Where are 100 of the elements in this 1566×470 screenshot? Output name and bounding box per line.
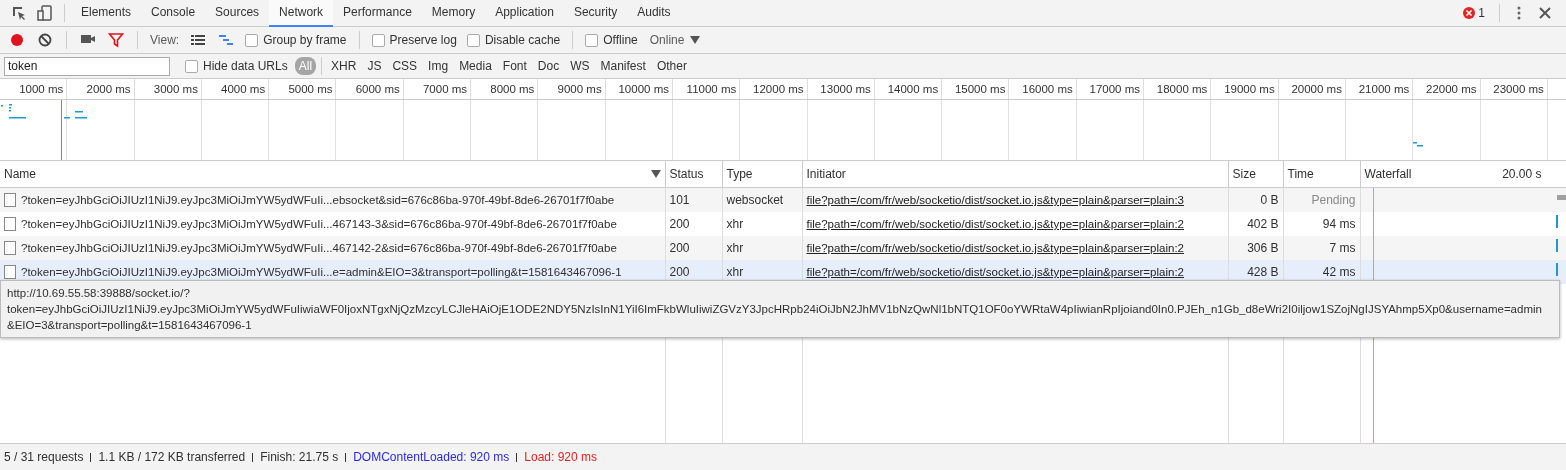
time-value: 94 ms — [1322, 217, 1356, 231]
size-value: 306 B — [1247, 241, 1279, 255]
cursor-icon — [11, 5, 27, 21]
tooltip-line: http://10.69.55.58:39888/socket.io/? — [7, 286, 191, 301]
list-icon — [190, 32, 207, 48]
initiator-link[interactable]: file?path=/com/fr/web/socketio/dist/socket.io.js&type=plain&parser=plain:2 — [806, 218, 1184, 230]
panel-tab[interactable]: Audits — [627, 0, 681, 27]
request-name: ?token=eyJhbGciOiJIUzI1NiJ9.eyJpc3MiOiJmYW5ydWFuIi...467143-3&sid=676c86ba-970f-49bf-8de6-26701f7f0abe — [21, 218, 617, 230]
column-header[interactable]: Size — [1232, 167, 1256, 181]
column-header[interactable]: Time — [1287, 167, 1314, 181]
panel-tab[interactable]: Performance — [333, 0, 422, 27]
time-tick-label: 17000 ms — [1089, 83, 1141, 95]
file-icon — [4, 265, 16, 279]
error-count[interactable]: 1 — [1478, 6, 1485, 20]
time-tick-label: 19000 ms — [1224, 83, 1275, 95]
type-filter-button[interactable]: JS — [363, 57, 386, 75]
column-header[interactable]: Initiator — [806, 167, 846, 181]
filter-input[interactable]: token — [4, 56, 170, 76]
checkbox[interactable]: Offline — [585, 33, 638, 47]
type-filter-button[interactable]: Manifest — [596, 57, 650, 75]
time-tick-label: 8000 ms — [490, 83, 535, 95]
waterfall-bar — [1555, 239, 1558, 252]
time-tick-label: 13000 ms — [820, 83, 871, 95]
initiator-link[interactable]: file?path=/com/fr/web/socketio/dist/socket.io.js&type=plain&parser=plain:2 — [806, 242, 1184, 254]
filter-icon — [108, 32, 124, 48]
tooltip-line: &EIO=3&transport=polling&t=1581643467096-1 — [7, 318, 253, 333]
type-filter-button[interactable]: Doc — [533, 57, 564, 75]
checkbox[interactable]: Disable cache — [466, 33, 561, 47]
type-filter-button[interactable]: Media — [455, 57, 496, 75]
size-value: 0 B — [1260, 193, 1279, 207]
time-tick-label: 3000 ms — [153, 83, 198, 95]
status-text: Finish: 21.75 s — [260, 450, 339, 464]
size-value: 428 B — [1247, 265, 1279, 279]
request-row[interactable]: ?token=eyJhbGciOiJIUzI1NiJ9.eyJpc3MiOiJmYW5ydWFuIi...467143-3&sid=676c86ba-970f-49bf-8de6-26701f7f0abe 200 xhr file?path=/com/fr/web/socketio/dist/socket.io.js&type=plain&parser=plain:2 402 B 94 ms — [0, 212, 1566, 236]
request-name: ?token=eyJhbGciOiJIUzI1NiJ9.eyJpc3MiOiJmYW5ydWFuIi...467142-2&sid=676c86ba-970f-49bf-8de6-26701f7f0abe — [21, 242, 617, 254]
time-tick-label: 16000 ms — [1022, 83, 1073, 95]
error-icon — [1463, 7, 1476, 19]
status-text: DOMContentLoaded: 920 ms — [353, 450, 510, 464]
panel-tab[interactable]: Console — [141, 0, 206, 27]
status-code: 101 — [669, 193, 690, 207]
column-header[interactable]: Waterfall — [1364, 167, 1412, 181]
status-text: 1.1 KB / 172 KB transferred — [98, 450, 246, 464]
type-filter-button[interactable]: Font — [498, 57, 531, 75]
file-icon — [4, 217, 16, 231]
status-code: 200 — [669, 265, 690, 279]
request-row[interactable]: ?token=eyJhbGciOiJIUzI1NiJ9.eyJpc3MiOiJmYW5ydWFuIi...467142-2&sid=676c86ba-970f-49bf-8de6-26701f7f0abe 200 xhr file?path=/com/fr/web/socketio/dist/socket.io.js&type=plain&parser=plain:2 306 B 7 ms — [0, 236, 1566, 260]
column-header[interactable]: Name — [4, 167, 36, 181]
request-type: websocket — [726, 193, 784, 207]
panel-tab[interactable]: Security — [563, 0, 628, 27]
type-filter-button[interactable]: XHR — [327, 57, 361, 75]
time-tick-label: 18000 ms — [1156, 83, 1208, 95]
status-text: 5 / 31 requests — [4, 450, 84, 464]
time-tick-label: 5000 ms — [288, 83, 333, 95]
kebab-menu-icon — [1517, 6, 1521, 20]
close-icon — [1538, 6, 1552, 20]
panel-tab[interactable]: Application — [485, 0, 564, 27]
time-tick-label: 12000 ms — [753, 83, 804, 95]
time-tick-label: 6000 ms — [355, 83, 400, 95]
type-filter-button[interactable]: Img — [424, 57, 453, 75]
view-label: View: — [150, 33, 180, 47]
panel-tab[interactable]: Elements — [71, 0, 142, 27]
request-type: xhr — [726, 217, 744, 231]
time-tick-label: 15000 ms — [954, 83, 1006, 95]
throttling-select[interactable]: Online — [649, 33, 685, 47]
time-tick-label: 22000 ms — [1426, 83, 1477, 95]
time-tick-label: 11000 ms — [686, 83, 737, 95]
time-value: 42 ms — [1322, 265, 1356, 279]
time-tick-label: 7000 ms — [422, 83, 468, 95]
request-name: ?token=eyJhbGciOiJIUzI1NiJ9.eyJpc3MiOiJmYW5ydWFuIi...e=admin&EIO=3&transport=polling&t=1581643467096-1 — [21, 266, 622, 278]
clear-icon — [38, 33, 52, 47]
request-type: xhr — [726, 241, 744, 255]
type-filter-button[interactable]: WS — [566, 57, 594, 75]
type-filter-button[interactable]: CSS — [388, 57, 422, 75]
panel-tab[interactable]: Memory — [421, 0, 486, 27]
panel-tab[interactable]: Network — [269, 0, 334, 27]
initiator-link[interactable]: file?path=/com/fr/web/socketio/dist/socket.io.js&type=plain&parser=plain:2 — [806, 266, 1184, 278]
waterfall-scale: 20.00 s — [1502, 167, 1542, 181]
checkbox[interactable]: Hide data URLs — [185, 59, 288, 73]
time-value: 7 ms — [1329, 241, 1356, 255]
status-code: 200 — [669, 241, 690, 255]
type-filter-button[interactable]: Other — [652, 57, 691, 75]
request-type: xhr — [726, 265, 744, 279]
file-icon — [4, 241, 16, 255]
panel-tab[interactable]: Sources — [205, 0, 270, 27]
waterfall-bar — [1555, 263, 1558, 276]
device-icon — [37, 5, 53, 21]
time-tick-label: 23000 ms — [1493, 83, 1544, 95]
time-tick-label: 1000 ms — [19, 83, 64, 95]
time-tick-label: 9000 ms — [557, 83, 602, 95]
column-header[interactable]: Status — [669, 167, 704, 181]
status-code: 200 — [669, 217, 690, 231]
time-tick-label: 10000 ms — [618, 83, 669, 95]
status-text: Load: 920 ms — [524, 450, 597, 464]
initiator-link[interactable]: file?path=/com/fr/web/socketio/dist/socket.io.js&type=plain&parser=plain:3 — [806, 194, 1184, 206]
request-row[interactable] — [0, 187, 1566, 212]
column-header[interactable]: Type — [726, 167, 753, 181]
checkbox[interactable]: Preserve log — [371, 33, 457, 47]
time-tick-label: 4000 ms — [221, 83, 266, 95]
checkbox[interactable]: Group by frame — [245, 33, 347, 47]
waterfall-bar — [1556, 195, 1565, 200]
